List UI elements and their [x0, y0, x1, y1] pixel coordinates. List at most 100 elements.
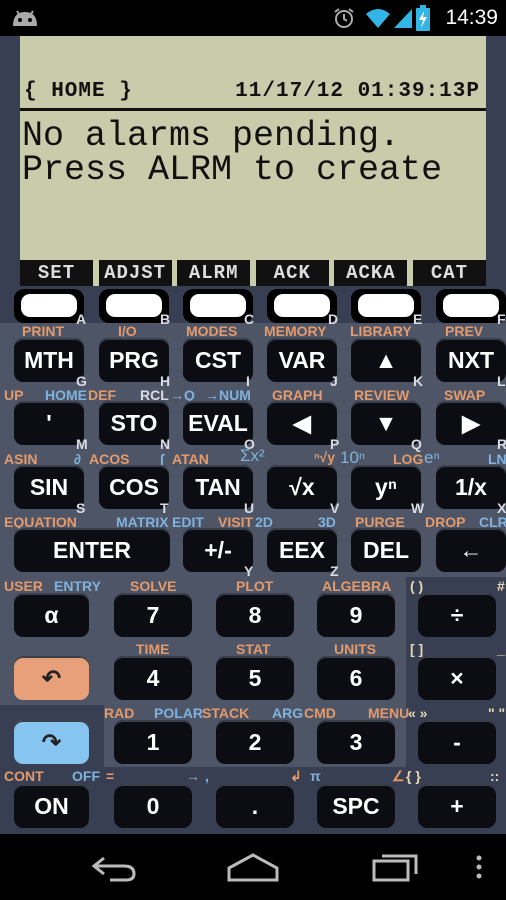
- shift-label-arg: ARG: [272, 705, 304, 721]
- shift-label-polar: POLAR: [154, 705, 203, 721]
- reciprocal-key[interactable]: 1/x: [436, 465, 506, 509]
- alpha-letter: K: [413, 373, 424, 389]
- divide-key[interactable]: ÷: [418, 593, 496, 637]
- tan-key[interactable]: TAN: [183, 465, 253, 509]
- digit-8-key[interactable]: 8: [216, 593, 294, 637]
- softkey-f6[interactable]: [436, 289, 506, 323]
- shift-label-sigma-x2: Σx²: [240, 446, 265, 465]
- softkey-f5[interactable]: [351, 289, 421, 323]
- softkey-f4[interactable]: [267, 289, 337, 323]
- quote-key[interactable]: ': [14, 401, 84, 445]
- right-arrow-key[interactable]: ▶: [436, 401, 506, 445]
- softkey-f1[interactable]: [14, 289, 84, 323]
- digit-7-key[interactable]: 7: [114, 593, 192, 637]
- digit-5-key[interactable]: 5: [216, 656, 294, 700]
- recent-apps-button[interactable]: [350, 834, 440, 900]
- shift-label-entry: ENTRY: [54, 578, 101, 594]
- alpha-letter: E: [413, 311, 423, 327]
- digit-9-key[interactable]: 9: [317, 593, 395, 637]
- alpha-letter: A: [76, 311, 87, 327]
- del-key[interactable]: DEL: [351, 528, 421, 572]
- alpha-letter: Q: [411, 436, 422, 452]
- alpha-letter: D: [328, 311, 339, 327]
- prg-key[interactable]: PRG: [99, 338, 169, 382]
- clock-time: 14:39: [445, 6, 498, 29]
- overflow-menu-button[interactable]: [464, 834, 494, 900]
- shift-label-hash: #: [497, 578, 505, 594]
- left-shift-key[interactable]: ↶: [14, 656, 89, 700]
- multiply-key[interactable]: ×: [418, 656, 496, 700]
- alpha-letter: W: [411, 500, 425, 516]
- alpha-letter: R: [497, 436, 506, 452]
- decimal-point-key[interactable]: .: [216, 784, 294, 828]
- digit-0-key[interactable]: 0: [114, 784, 192, 828]
- home-button[interactable]: [208, 834, 298, 900]
- shift-label-stack: STACK: [202, 705, 250, 721]
- digit-4-key[interactable]: 4: [114, 656, 192, 700]
- shift-label-braces: { }: [406, 768, 421, 784]
- alpha-key[interactable]: α: [14, 593, 89, 637]
- cos-key[interactable]: COS: [99, 465, 169, 509]
- more-vert-icon: [476, 855, 482, 879]
- alpha-letter: Y: [244, 563, 254, 579]
- nxt-key[interactable]: NXT: [436, 338, 506, 382]
- shift-label-user: USER: [4, 578, 43, 594]
- sqrt-key[interactable]: √x: [267, 465, 337, 509]
- shift-label-comma: ,: [205, 768, 209, 784]
- sto-key[interactable]: STO: [99, 401, 169, 445]
- alpha-letter: L: [497, 373, 506, 389]
- lcd-message-line-2: Press ALRM to create: [22, 150, 443, 190]
- backspace-key[interactable]: ←: [436, 528, 506, 572]
- alarm-clock-icon: [332, 0, 356, 36]
- cst-key[interactable]: CST: [183, 338, 253, 382]
- mth-key[interactable]: MTH: [14, 338, 84, 382]
- softkey-f2[interactable]: [99, 289, 169, 323]
- redo-arrow-icon: ↷: [41, 729, 62, 755]
- shift-label-modes: MODES: [186, 323, 238, 339]
- enter-key[interactable]: ENTER: [14, 528, 170, 572]
- right-shift-key[interactable]: ↷: [14, 720, 89, 764]
- change-sign-key[interactable]: +/-: [183, 528, 253, 572]
- minus-key[interactable]: -: [418, 720, 496, 764]
- shift-label-library: LIBRARY: [350, 323, 412, 339]
- left-arrow-key[interactable]: ◀: [267, 401, 337, 445]
- shift-label-brackets: [ ]: [410, 641, 424, 657]
- undo-arrow-icon: ↶: [41, 665, 62, 691]
- shift-label-solve: SOLVE: [130, 578, 177, 594]
- digit-2-key[interactable]: 2: [216, 720, 294, 764]
- eex-key[interactable]: EEX: [267, 528, 337, 572]
- lcd-directory: { HOME }: [24, 80, 133, 103]
- plus-key[interactable]: +: [418, 784, 496, 828]
- lcd-header: { HOME } 11/17/12 01:39:13P: [20, 80, 486, 106]
- shift-label-algebra: ALGEBRA: [322, 578, 392, 594]
- shift-label-off: OFF: [72, 768, 100, 784]
- up-arrow-key[interactable]: ▲: [351, 338, 421, 382]
- shift-label-units: UNITS: [334, 641, 376, 657]
- sin-key[interactable]: SIN: [14, 465, 84, 509]
- shift-label-double-colon: ::: [490, 768, 500, 784]
- softkey-label-set: SET: [20, 260, 93, 286]
- softkey-f3[interactable]: [183, 289, 253, 323]
- shift-label-rad: RAD: [104, 705, 135, 721]
- shift-label-prev: PREV: [445, 323, 484, 339]
- digit-3-key[interactable]: 3: [317, 720, 395, 764]
- on-key[interactable]: ON: [14, 784, 89, 828]
- shift-label-arrow: →: [186, 768, 200, 784]
- lcd-display: { HOME } 11/17/12 01:39:13P No alarms pe…: [20, 36, 486, 286]
- digit-6-key[interactable]: 6: [317, 656, 395, 700]
- recent-apps-icon: [372, 854, 418, 882]
- digit-1-key[interactable]: 1: [114, 720, 192, 764]
- var-key[interactable]: VAR: [267, 338, 337, 382]
- shift-label-underscore: _: [497, 641, 505, 657]
- shift-label-quotes: " ": [488, 705, 506, 721]
- softkey-label-alrm: ALRM: [177, 260, 251, 286]
- softkey-label-adjst: ADJST: [98, 260, 172, 286]
- shift-label-en: eⁿ: [424, 448, 440, 467]
- home-icon: [227, 853, 279, 882]
- shift-label-pi: π: [310, 768, 321, 784]
- android-icon: [10, 0, 40, 36]
- space-key[interactable]: SPC: [317, 784, 395, 828]
- back-button[interactable]: [70, 834, 160, 900]
- eval-key[interactable]: EVAL: [183, 401, 253, 445]
- lcd-divider: [20, 108, 486, 111]
